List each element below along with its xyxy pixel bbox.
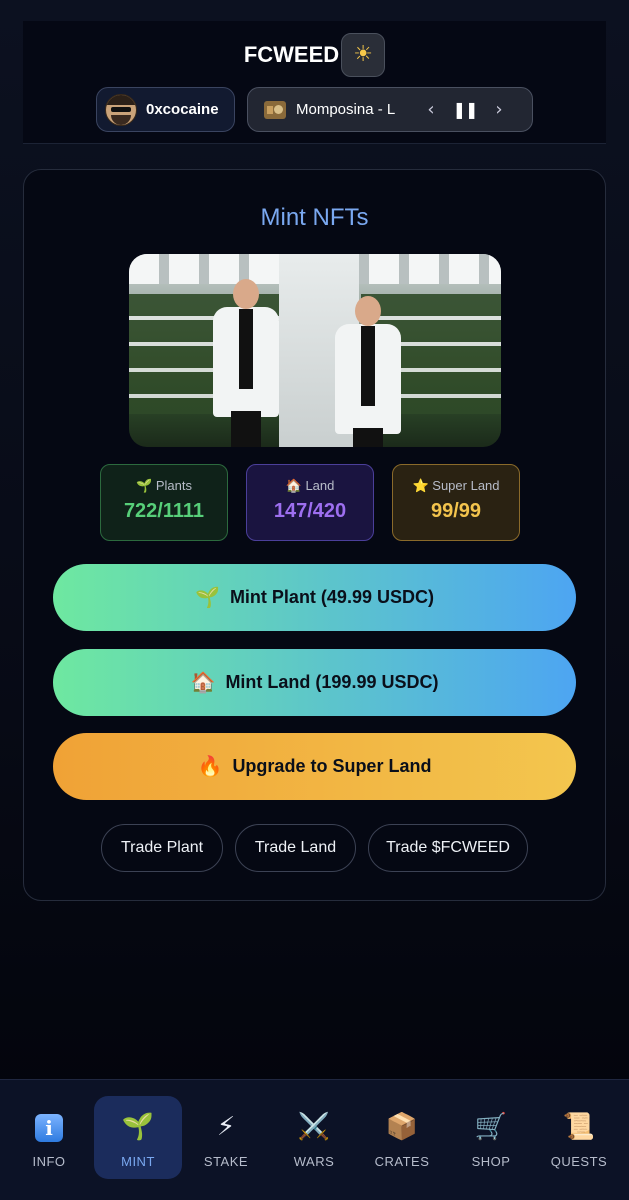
person-figure — [207, 279, 287, 447]
mint-title: Mint NFTs — [260, 204, 369, 231]
nav-label: CRATES — [374, 1154, 430, 1169]
info-icon: i — [35, 1114, 63, 1142]
nav-item-crates[interactable]: 📦 CRATES — [358, 1096, 446, 1179]
mint-land-button[interactable]: 🏠 Mint Land (199.99 USDC) — [53, 649, 576, 716]
nav-item-quests[interactable]: 📜 QUESTS — [535, 1096, 623, 1179]
user-profile-button[interactable]: 0xcocaine — [96, 87, 235, 132]
nav-label: INFO — [32, 1154, 66, 1169]
button-label: Mint Land (199.99 USDC) — [225, 672, 439, 692]
previous-track-button[interactable]: ‹ — [414, 99, 448, 120]
seedling-icon: 🌱 — [121, 1112, 155, 1142]
stat-label: Super Land — [432, 478, 500, 493]
app-header: FCWEED ☀ 0xcocaine Momposina - L ‹ ❚❚ › — [23, 21, 606, 144]
stat-label: Land — [305, 478, 335, 493]
app-title: FCWEED — [243, 42, 340, 67]
nav-item-info[interactable]: i INFO — [5, 1096, 93, 1179]
nav-label: SHOP — [471, 1154, 511, 1169]
nav-item-wars[interactable]: ⚔️ WARS — [270, 1096, 358, 1179]
house-icon: 🏠 — [190, 672, 216, 694]
sun-icon: ☀ — [353, 42, 374, 67]
grow-room-photo — [129, 254, 501, 447]
super-land-stat: ⭐ Super Land 99/99 — [392, 464, 520, 541]
button-label: Upgrade to Super Land — [232, 756, 432, 776]
nav-item-stake[interactable]: ⚡ STAKE — [182, 1096, 270, 1179]
nav-item-shop[interactable]: 🛒 SHOP — [447, 1096, 535, 1179]
upgrade-super-land-button[interactable]: 🔥 Upgrade to Super Land — [53, 733, 576, 800]
mint-plant-button[interactable]: 🌱 Mint Plant (49.99 USDC) — [53, 564, 576, 631]
fire-icon: 🔥 — [197, 756, 223, 778]
stat-label: Plants — [155, 478, 192, 493]
scroll-icon: 📜 — [562, 1112, 596, 1142]
brand: FCWEED ☀ — [23, 33, 606, 79]
person-figure — [329, 296, 403, 447]
trade-land-button[interactable]: Trade Land — [235, 824, 356, 872]
next-track-button[interactable]: › — [482, 99, 516, 120]
crossed-swords-icon: ⚔️ — [297, 1112, 331, 1142]
land-stat: 🏠 Land 147/420 — [246, 464, 374, 541]
nav-label: WARS — [293, 1154, 335, 1169]
avatar — [105, 93, 137, 126]
theme-toggle-button[interactable]: ☀ — [341, 33, 386, 77]
seedling-icon: 🌱 — [136, 478, 153, 493]
house-icon: 🏠 — [285, 478, 302, 493]
package-icon: 📦 — [385, 1112, 419, 1142]
shopping-cart-icon: 🛒 — [474, 1112, 508, 1142]
song-title: Momposina - L — [296, 101, 396, 118]
stat-value: 99/99 — [430, 500, 482, 522]
lightning-icon: ⚡ — [216, 1112, 236, 1142]
user-name: 0xcocaine — [146, 101, 219, 118]
star-icon: ⭐ — [412, 478, 429, 493]
button-label: Mint Plant (49.99 USDC) — [229, 587, 434, 607]
trade-fcweed-button[interactable]: Trade $FCWEED — [368, 824, 528, 872]
plants-stat: 🌱 Plants 722/1111 — [100, 464, 228, 541]
nav-label: STAKE — [203, 1154, 249, 1169]
pause-button[interactable]: ❚❚ — [448, 100, 482, 119]
music-player: Momposina - L ‹ ❚❚ › — [247, 87, 533, 132]
stat-value: 722/1111 — [123, 500, 205, 522]
nav-item-mint[interactable]: 🌱 MINT — [94, 1096, 182, 1179]
radio-icon — [264, 100, 286, 119]
bottom-nav: i INFO 🌱 MINT ⚡ STAKE ⚔️ WARS 📦 CRATES 🛒… — [0, 1079, 629, 1200]
nav-label: QUESTS — [550, 1154, 608, 1169]
seedling-icon: 🌱 — [195, 587, 220, 609]
nav-label: MINT — [121, 1154, 155, 1169]
stat-value: 147/420 — [273, 500, 347, 522]
mint-card: Mint NFTs 🌱 Plants 722/1111 🏠 Land 147/4… — [23, 169, 606, 901]
trade-plant-button[interactable]: Trade Plant — [101, 824, 223, 872]
